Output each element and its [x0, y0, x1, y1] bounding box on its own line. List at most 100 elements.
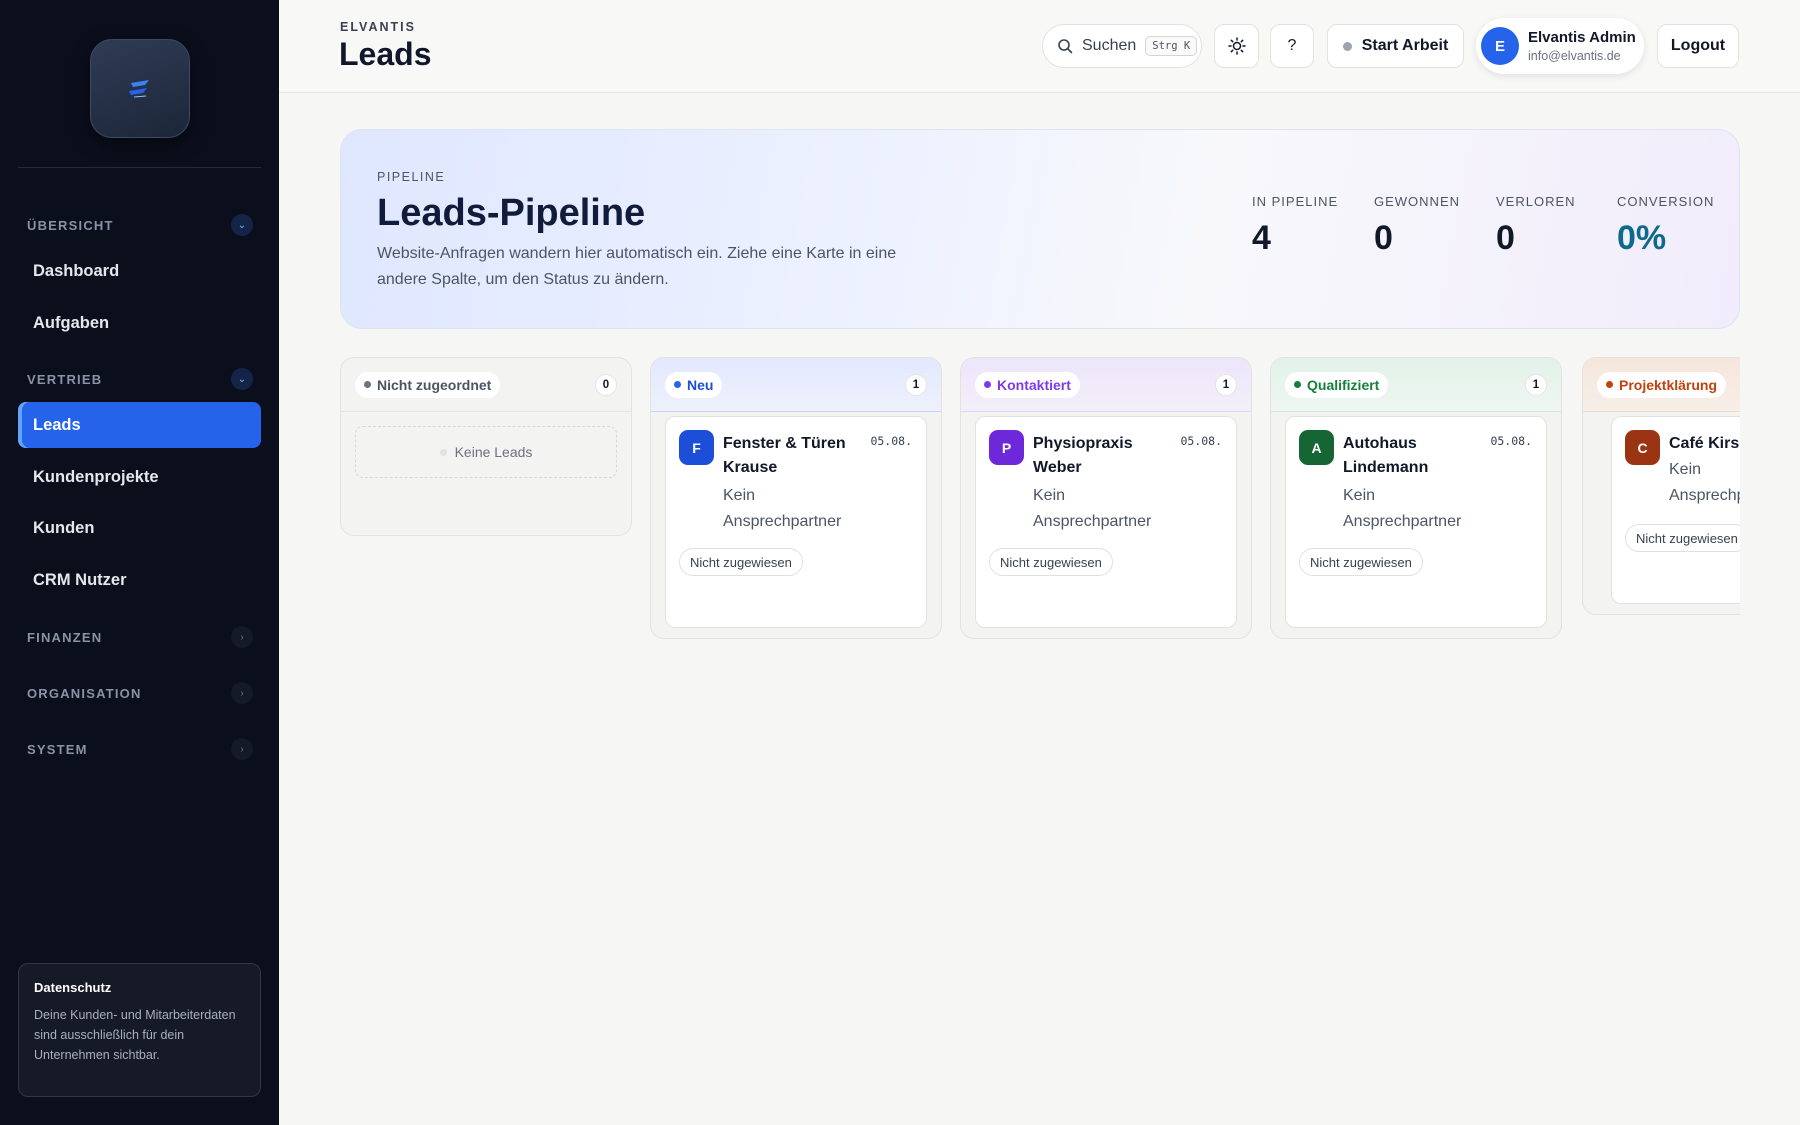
section-vertrieb[interactable]: VERTRIEB ⌄ [27, 366, 253, 392]
stat-verloren: VERLOREN 0 [1496, 194, 1576, 258]
avatar: E [1481, 27, 1519, 65]
chevron-right-icon[interactable]: › [231, 626, 253, 648]
search-button[interactable]: Suchen Strg K [1042, 24, 1202, 68]
lead-card[interactable]: C Café Kirsch Kein Ansprechpartner Nicht… [1611, 416, 1740, 604]
theme-toggle-button[interactable] [1214, 24, 1259, 68]
sidebar-item-label: Leads [33, 415, 81, 434]
column-name: Nicht zugeordnet [377, 376, 492, 393]
user-name: Elvantis Admin [1528, 29, 1636, 46]
sidebar-item-kundenprojekte[interactable]: Kundenprojekte [18, 454, 261, 500]
section-title: ORGANISATION [27, 685, 142, 701]
logo-icon [129, 79, 149, 97]
status-dot-icon [674, 381, 681, 388]
column-header: Projektklärung [1583, 358, 1740, 412]
empty-column-placeholder: Keine Leads [355, 426, 617, 478]
section-title: SYSTEM [27, 741, 88, 757]
help-button[interactable]: ? [1270, 24, 1314, 68]
help-icon: ? [1287, 37, 1297, 54]
chevron-right-icon[interactable]: › [231, 682, 253, 704]
column-count: 0 [595, 373, 617, 396]
sidebar-item-label: Kundenprojekte [33, 467, 159, 486]
sidebar-divider [18, 167, 261, 168]
lead-avatar: F [679, 430, 714, 465]
lead-card[interactable]: P Physiopraxis Weber 05.08. Kein Ansprec… [975, 416, 1237, 628]
status-dot-icon [1606, 381, 1613, 388]
sidebar-item-crm-nutzer[interactable]: CRM Nutzer [18, 557, 261, 603]
sidebar-item-label: Kunden [33, 518, 95, 537]
pipeline-summary: PIPELINE Leads-Pipeline Website-Anfragen… [340, 129, 1740, 329]
column-projektklaerung: Projektklärung C Café Kirsch Kein Anspre… [1582, 357, 1740, 615]
search-label: Suchen [1082, 37, 1137, 54]
sidebar-item-label: Aufgaben [33, 313, 110, 332]
lead-date: 05.08. [1180, 434, 1222, 448]
sun-icon [1227, 37, 1246, 55]
section-title: VERTRIEB [27, 371, 103, 387]
section-organisation[interactable]: ORGANISATION › [27, 680, 253, 706]
assignee-badge[interactable]: Nicht zugewiesen [989, 548, 1113, 576]
status-dot-icon [1342, 41, 1352, 51]
search-shortcut: Strg K [1145, 36, 1198, 56]
assignee-badge[interactable]: Nicht zugewiesen [1625, 524, 1740, 552]
hero-title: Leads-Pipeline [377, 192, 646, 234]
sidebar-item-dashboard[interactable]: Dashboard [18, 248, 261, 294]
logout-button[interactable]: Logout [1657, 24, 1739, 68]
column-label: Qualifiziert [1285, 371, 1389, 398]
column-nicht-zugeordnet: Nicht zugeordnet 0 Keine Leads [340, 357, 632, 536]
status-dot-icon [984, 381, 991, 388]
lead-date: 05.08. [870, 434, 912, 448]
sidebar-item-label: Dashboard [33, 261, 120, 280]
chevron-down-icon[interactable]: ⌄ [231, 368, 253, 390]
privacy-title: Datenschutz [34, 980, 112, 995]
column-header: Kontaktiert 1 [961, 358, 1251, 412]
stat-in-pipeline: IN PIPELINE 4 [1252, 194, 1338, 258]
assignee-badge[interactable]: Nicht zugewiesen [1299, 548, 1423, 576]
lead-contact: Kein Ansprechpartner [1033, 487, 1152, 530]
assignee-badge[interactable]: Nicht zugewiesen [679, 548, 803, 576]
stat-label: GEWONNEN [1374, 194, 1460, 209]
stat-value: 0 [1496, 219, 1515, 257]
empty-dot-icon [439, 448, 447, 456]
lead-avatar: C [1625, 430, 1660, 465]
lead-avatar: A [1299, 430, 1334, 465]
sidebar-item-aufgaben[interactable]: Aufgaben [18, 300, 261, 346]
column-count: 1 [1525, 373, 1547, 396]
page-title: Leads [339, 36, 432, 72]
privacy-notice: Datenschutz Deine Kunden- und Mitarbeite… [18, 963, 261, 1097]
lead-contact: Kein Ansprechpartner [723, 487, 842, 530]
column-count: 1 [905, 373, 927, 396]
chevron-right-icon[interactable]: › [231, 738, 253, 760]
app-logo[interactable] [90, 39, 190, 138]
stat-value: 4 [1252, 219, 1271, 257]
section-system[interactable]: SYSTEM › [27, 736, 253, 762]
sidebar: ÜBERSICHT ⌄ Dashboard Aufgaben VERTRIEB … [0, 0, 279, 1125]
sidebar-item-leads[interactable]: Leads [18, 402, 261, 448]
stat-gewonnen: GEWONNEN 0 [1374, 194, 1460, 258]
logout-label: Logout [1670, 37, 1726, 54]
status-dot-icon [364, 381, 371, 388]
status-dot-icon [1294, 381, 1301, 388]
section-finanzen[interactable]: FINANZEN › [27, 624, 253, 650]
start-work-button[interactable]: Start Arbeit [1327, 24, 1464, 68]
stat-label: IN PIPELINE [1252, 194, 1339, 209]
lead-card[interactable]: F Fenster & Türen Krause 05.08. Kein Ans… [665, 416, 927, 628]
lead-avatar: P [989, 430, 1024, 465]
column-qualifiziert: Qualifiziert 1 A Autohaus Lindemann 05.0… [1270, 357, 1562, 639]
user-email: info@elvantis.de [1528, 49, 1621, 63]
lead-title: Autohaus Lindemann [1343, 435, 1429, 476]
section-uebersicht[interactable]: ÜBERSICHT ⌄ [27, 212, 253, 238]
stat-conversion: CONVERSION 0% [1617, 194, 1714, 258]
column-label: Nicht zugeordnet [355, 371, 501, 398]
column-neu: Neu 1 F Fenster & Türen Krause 05.08. Ke… [650, 357, 942, 639]
sidebar-item-kunden[interactable]: Kunden [18, 505, 261, 551]
column-name: Kontaktiert [997, 376, 1071, 393]
stat-value: 0 [1374, 219, 1393, 257]
hero-description: Website-Anfragen wandern hier automatisc… [377, 245, 897, 288]
column-name: Neu [687, 376, 714, 393]
lead-card[interactable]: A Autohaus Lindemann 05.08. Kein Ansprec… [1285, 416, 1547, 628]
user-menu[interactable]: E Elvantis Admin info@elvantis.de [1476, 18, 1644, 74]
stat-label: CONVERSION [1617, 194, 1715, 209]
lead-title: Fenster & Türen Krause [723, 435, 846, 476]
lead-title: Café Kirsch [1669, 435, 1740, 452]
chevron-down-icon[interactable]: ⌄ [231, 214, 253, 236]
lead-title: Physiopraxis Weber [1033, 435, 1133, 476]
